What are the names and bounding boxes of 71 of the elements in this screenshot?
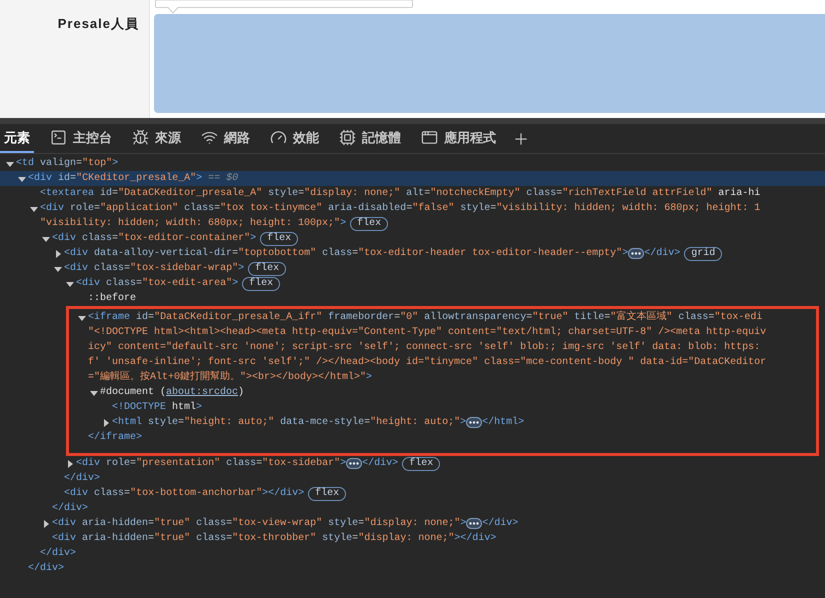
ellipsis-icon[interactable]: [466, 518, 482, 529]
ellipsis-icon[interactable]: [628, 248, 644, 259]
dom-node-text[interactable]: <html style="height: auto;" data-mce-style="height: auto;">: [112, 415, 466, 430]
tab-icon: [421, 129, 438, 146]
dom-node-text[interactable]: <div class="tox-editor-container">: [52, 231, 256, 246]
srcdoc-link[interactable]: about:srcdoc: [166, 385, 238, 400]
layout-badge[interactable]: flex: [260, 232, 298, 246]
dom-node-text[interactable]: <div role="presentation" class="tox-sidebar">: [76, 456, 346, 471]
tab-icon: [201, 129, 218, 146]
dom-node-text[interactable]: <div id="CKeditor_presale_A">: [28, 171, 202, 186]
layout-badge[interactable]: flex: [242, 276, 280, 290]
dom-node-text[interactable]: ::before: [88, 291, 136, 306]
closing-tag: </div>: [482, 516, 518, 531]
ellipsis-icon[interactable]: [346, 458, 362, 469]
dom-node-text[interactable]: <div data-alloy-vertical-dir="toptobottom" class="tox-editor-header tox-editor-header--empty">: [64, 246, 628, 261]
dom-node-text[interactable]: <textarea id="DataCKeditor_presale_A" style="display: none;" alt="notcheckEmpty" class="richTextField attrField" aria-hi: [40, 186, 760, 201]
closing-tag: </html>: [482, 415, 524, 430]
tab-icon: [270, 129, 287, 146]
expand-arrow-icon[interactable]: [54, 250, 62, 258]
ellipsis-icon[interactable]: [466, 417, 482, 428]
closing-tag: </div>: [28, 561, 64, 576]
dom-node-text[interactable]: <div class="tox-sidebar-wrap">: [64, 261, 244, 276]
closing-tag: </div>: [362, 456, 398, 471]
collapse-arrow-icon[interactable]: [66, 280, 74, 288]
attribute-value-text: ="編輯區。按Alt+0鍵打開幫助。"><br></body></html>">: [88, 370, 372, 385]
layout-badge[interactable]: flex: [402, 456, 440, 470]
closing-tag: </div>: [644, 246, 680, 261]
devtools-tab[interactable]: 應用程式: [417, 124, 500, 153]
devtools-tab[interactable]: 網路: [197, 124, 254, 153]
dom-node-text[interactable]: <div aria-hidden="true" class="tox-throbber" style="display: none;"></div>: [52, 531, 496, 546]
tab-icon: [339, 129, 356, 146]
collapse-arrow-icon[interactable]: [54, 264, 62, 272]
node-text: ): [238, 386, 244, 400]
attribute-value-text: icy" content="default-src 'none'; script-src 'self'; connect-src 'self' blob:; img-src 'self' data: blob: https:: [88, 340, 760, 355]
dom-node-text[interactable]: <div aria-hidden="true" class="tox-view-wrap" style="display: none;">: [52, 516, 466, 531]
attribute-value-text: f' 'unsafe-inline'; font-src 'self';" /></head><body id="tinymce" class="mce-content-body " data-id="DataCKeditor: [88, 356, 766, 370]
dom-node-text[interactable]: <!DOCTYPE html>: [112, 400, 202, 415]
collapse-arrow-icon[interactable]: [30, 204, 38, 212]
closing-tag: </div>: [64, 471, 100, 486]
layout-badge[interactable]: flex: [350, 216, 388, 230]
tab-icon: [132, 129, 149, 146]
layout-badge[interactable]: flex: [308, 486, 346, 500]
collapse-arrow-icon[interactable]: [18, 174, 26, 182]
layout-badge[interactable]: grid: [684, 246, 722, 260]
expand-arrow-icon[interactable]: [42, 520, 50, 528]
devtools-tab[interactable]: 記憶體: [335, 124, 405, 153]
collapse-arrow-icon[interactable]: [42, 234, 50, 242]
expand-arrow-icon[interactable]: [102, 418, 110, 426]
closing-tag: </iframe>: [88, 430, 142, 445]
dom-node-text[interactable]: <div role="application" class="tox tox-tinymce" aria-disabled="false" style="visibility: hidden; width: 680px; height: 1: [40, 201, 760, 216]
attribute-value-text: "visibility: hidden; width: 680px; height: 100px;">: [40, 216, 346, 231]
devtools-tab[interactable]: 主控台: [46, 124, 116, 153]
selected-node-marker: == $0: [208, 172, 238, 186]
dom-node-text[interactable]: <iframe id="DataCKeditor_presale_A_ifr" frameborder="0" allowtransparency="true" title="富文本區域" class="tox-edi: [88, 310, 762, 325]
layout-badge[interactable]: flex: [248, 262, 286, 276]
closing-tag: </div>: [52, 501, 88, 516]
expand-arrow-icon[interactable]: [66, 460, 74, 468]
selected-row[interactable]: <div id="CKeditor_presale_A"> == $0: [0, 171, 825, 186]
node-text: #document (: [100, 386, 166, 400]
collapse-arrow-icon[interactable]: [78, 314, 86, 322]
devtools-tab[interactable]: 來源: [128, 124, 185, 153]
tab-icon: [50, 129, 67, 146]
attribute-value-text: "<!DOCTYPE html><html><head><meta http-equiv="Content-Type" content="text/html; charset=UTF-8" /><meta http-equiv: [88, 326, 766, 340]
dom-node-text[interactable]: <div class="tox-edit-area">: [76, 276, 238, 291]
dom-node-text[interactable]: <td valign="top">: [16, 156, 118, 171]
field-label: Presale人員: [58, 15, 139, 33]
devtools-tab[interactable]: 效能: [266, 124, 323, 153]
collapse-arrow-icon[interactable]: [90, 388, 98, 396]
collapse-arrow-icon[interactable]: [6, 160, 14, 168]
closing-tag: </div>: [40, 546, 76, 561]
dom-node-text[interactable]: <div class="tox-bottom-anchorbar"></div>: [64, 486, 304, 501]
